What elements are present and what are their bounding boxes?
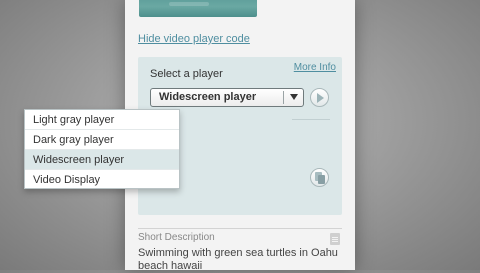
section-divider <box>292 119 330 120</box>
player-option-dark-gray[interactable]: Dark gray player <box>25 130 179 150</box>
select-divider <box>283 91 284 104</box>
more-info-link[interactable]: More Info <box>294 62 336 73</box>
player-option-light-gray[interactable]: Light gray player <box>25 110 179 130</box>
player-select-value: Widescreen player <box>159 91 257 103</box>
player-option-video-display[interactable]: Video Display <box>25 170 179 190</box>
thumbnail-water <box>169 2 209 6</box>
document-icon[interactable] <box>330 233 340 245</box>
hide-video-player-code-link[interactable]: Hide video player code <box>138 33 250 45</box>
select-player-label: Select a player <box>150 68 223 80</box>
preview-play-button[interactable] <box>310 88 329 107</box>
player-option-widescreen[interactable]: Widescreen player <box>25 150 179 170</box>
copy-icon-front <box>318 175 325 184</box>
short-description-text: Swimming with green sea turtles in Oahu … <box>138 247 338 272</box>
short-description-label: Short Description <box>138 232 215 243</box>
chevron-down-icon[interactable] <box>290 94 298 100</box>
play-icon <box>317 93 324 103</box>
player-dropdown-menu: Light gray player Dark gray player Wides… <box>24 109 180 189</box>
description-divider <box>138 228 342 229</box>
player-select[interactable]: Widescreen player <box>150 88 304 107</box>
video-thumbnail[interactable] <box>139 0 257 17</box>
copy-code-button[interactable] <box>310 168 329 187</box>
